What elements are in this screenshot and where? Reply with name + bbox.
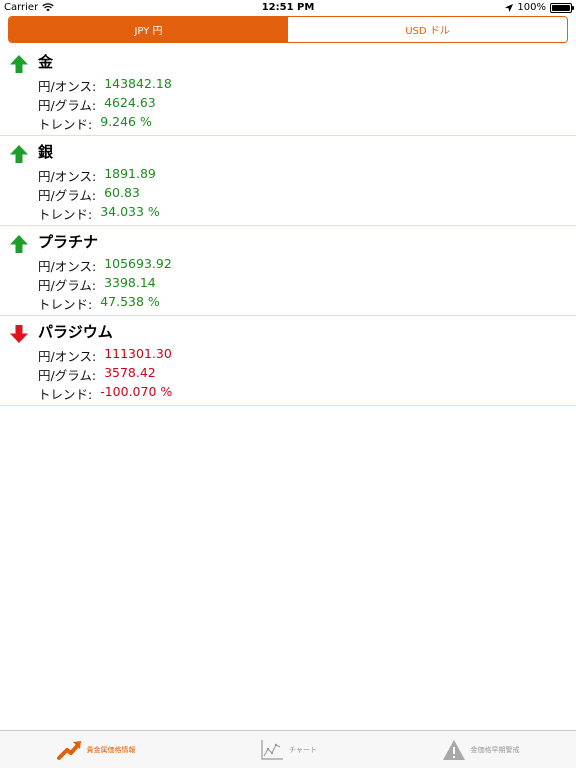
metal-name: パラジウム (38, 323, 113, 341)
per-ounce-value: 111301.30 (104, 346, 172, 361)
location-arrow-icon (505, 3, 514, 12)
per-gram-value: 4624.63 (104, 95, 156, 110)
arrow-up-icon (10, 235, 28, 253)
segment-usd[interactable]: USD ドル (288, 17, 567, 42)
trend-label: トレンド: (38, 117, 93, 132)
per-ounce-line: 円/オンス: 143842.18 (38, 76, 172, 95)
per-ounce-value: 105693.92 (104, 256, 172, 271)
per-ounce-line: 円/オンス: 1891.89 (38, 166, 156, 185)
tab-label: 金価格早期警戒 (470, 745, 520, 754)
battery-percent: 100% (517, 2, 546, 13)
per-ounce-line: 円/オンス: 105693.92 (38, 256, 172, 275)
per-ounce-label: 円/オンス: (38, 79, 97, 94)
tab-bar: 貴金属価格情報 チャート 金価格早期警戒 (0, 730, 576, 768)
segment-jpy[interactable]: JPY 円 (9, 17, 288, 42)
trend-line: トレンド: 34.033 % (38, 204, 160, 223)
line-chart-icon (261, 739, 284, 760)
list-item-platinum[interactable]: プラチナ 円/オンス: 105693.92 円/グラム: 3398.14 トレン… (0, 226, 576, 316)
status-right: 100% (505, 2, 574, 13)
per-gram-label: 円/グラム: (38, 188, 97, 203)
trend-label: トレンド: (38, 387, 93, 402)
trend-value: 47.538 % (100, 294, 160, 309)
tab-precious-metal-prices[interactable]: 貴金属価格情報 (0, 731, 192, 768)
arrow-down-icon (10, 325, 28, 343)
currency-segmented-control: JPY 円 USD ドル (8, 16, 568, 43)
per-ounce-value: 143842.18 (104, 76, 172, 91)
metal-name: 銀 (38, 143, 54, 161)
trend-value: 34.033 % (100, 204, 160, 219)
per-gram-label: 円/グラム: (38, 98, 97, 113)
arrow-up-icon (10, 55, 28, 73)
metal-name: プラチナ (38, 233, 99, 251)
trend-label: トレンド: (38, 297, 93, 312)
list-item-silver[interactable]: 銀 円/オンス: 1891.89 円/グラム: 60.83 トレンド: 34.0… (0, 136, 576, 226)
per-gram-line: 円/グラム: 3398.14 (38, 275, 156, 294)
per-gram-value: 3398.14 (104, 275, 156, 290)
tab-gold-price-alert[interactable]: 金価格早期警戒 (384, 731, 576, 768)
tab-chart[interactable]: チャート (192, 731, 384, 768)
list-item-gold[interactable]: 金 円/オンス: 143842.18 円/グラム: 4624.63 トレンド: … (0, 46, 576, 136)
per-ounce-line: 円/オンス: 111301.30 (38, 346, 172, 365)
per-ounce-label: 円/オンス: (38, 349, 97, 364)
battery-icon (550, 2, 574, 13)
per-gram-value: 3578.42 (104, 365, 156, 380)
per-ounce-label: 円/オンス: (38, 259, 97, 274)
per-ounce-value: 1891.89 (104, 166, 156, 181)
tab-label: 貴金属価格情報 (86, 745, 136, 754)
per-ounce-label: 円/オンス: (38, 169, 97, 184)
trend-value: 9.246 % (100, 114, 152, 129)
trend-up-icon (56, 740, 81, 760)
per-gram-line: 円/グラム: 60.83 (38, 185, 140, 204)
trend-line: トレンド: 9.246 % (38, 114, 152, 133)
metal-name: 金 (38, 53, 54, 71)
metal-price-list: 金 円/オンス: 143842.18 円/グラム: 4624.63 トレンド: … (0, 46, 576, 406)
warning-icon (442, 739, 465, 760)
trend-line: トレンド: 47.538 % (38, 294, 160, 313)
status-bar: Carrier 12:51 PM 100% (0, 0, 576, 16)
trend-line: トレンド: -100.070 % (38, 384, 172, 403)
arrow-up-icon (10, 145, 28, 163)
per-gram-label: 円/グラム: (38, 278, 97, 293)
battery-fill (552, 4, 570, 11)
per-gram-line: 円/グラム: 3578.42 (38, 365, 156, 384)
trend-value: -100.070 % (100, 384, 173, 399)
trend-label: トレンド: (38, 207, 93, 222)
per-gram-label: 円/グラム: (38, 368, 97, 383)
per-gram-value: 60.83 (104, 185, 140, 200)
list-item-palladium[interactable]: パラジウム 円/オンス: 111301.30 円/グラム: 3578.42 トレ… (0, 316, 576, 406)
status-time: 12:51 PM (261, 2, 315, 13)
tab-label: チャート (289, 745, 317, 754)
per-gram-line: 円/グラム: 4624.63 (38, 95, 156, 114)
